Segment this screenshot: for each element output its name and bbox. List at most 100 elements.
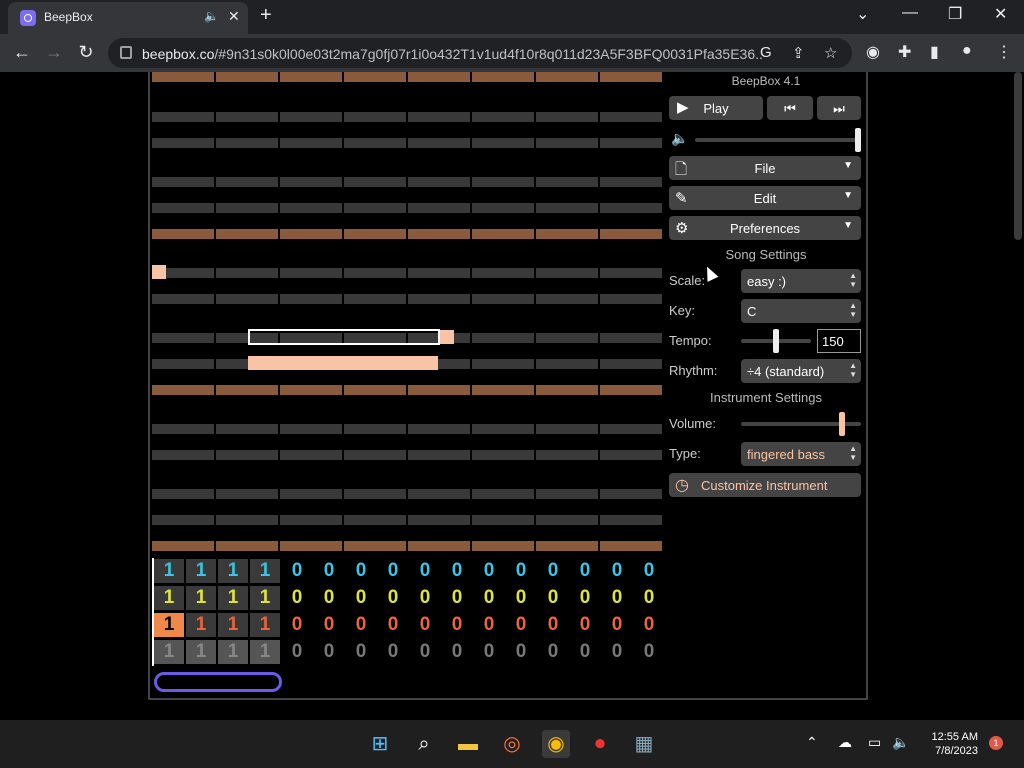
- chrome-icon[interactable]: ◉: [542, 730, 570, 758]
- beat-cell[interactable]: [216, 203, 278, 213]
- beat-cell[interactable]: [216, 177, 278, 187]
- side-panel-icon[interactable]: ▮: [930, 42, 939, 62]
- beat-cell[interactable]: [600, 112, 662, 122]
- beat-cell[interactable]: [216, 424, 278, 434]
- pattern-cell[interactable]: 0: [602, 640, 632, 664]
- beat-cell[interactable]: [408, 294, 470, 304]
- restore-button[interactable]: ❐: [948, 4, 962, 24]
- beat-cell[interactable]: [216, 385, 278, 395]
- beat-cell[interactable]: [280, 229, 342, 239]
- beat-cell[interactable]: [408, 268, 470, 278]
- pattern-cell[interactable]: 0: [474, 586, 504, 610]
- beat-cell[interactable]: [472, 515, 534, 525]
- pattern-cell[interactable]: 0: [346, 613, 376, 637]
- beat-cell[interactable]: [152, 359, 214, 369]
- beat-cell[interactable]: [344, 203, 406, 213]
- pattern-cell[interactable]: 0: [346, 559, 376, 583]
- browser-tab[interactable]: BeepBox 🔈 ✕: [8, 2, 248, 34]
- pattern-cell[interactable]: 1: [154, 586, 184, 610]
- beat-cell[interactable]: [536, 385, 598, 395]
- beat-cell[interactable]: [344, 541, 406, 551]
- pattern-cell[interactable]: 0: [442, 613, 472, 637]
- pattern-cell[interactable]: 0: [282, 586, 312, 610]
- pattern-cell[interactable]: 1: [154, 559, 184, 583]
- beat-cell[interactable]: [600, 294, 662, 304]
- pattern-cell[interactable]: 1: [250, 640, 280, 664]
- url-text[interactable]: beepbox.co/#9n31s0k0l00e03t2ma7g0fj07r1i…: [142, 46, 762, 62]
- play-button[interactable]: ▶ Play: [669, 96, 763, 120]
- instrument-type-select[interactable]: fingered bass ▲ ▼: [741, 442, 861, 466]
- beat-cell[interactable]: [152, 72, 214, 82]
- beat-cell[interactable]: [472, 424, 534, 434]
- tempo-thumb[interactable]: [773, 329, 779, 353]
- pattern-cell[interactable]: 1: [186, 613, 216, 637]
- beat-cell[interactable]: [536, 177, 598, 187]
- beat-cell[interactable]: [344, 489, 406, 499]
- beat-cell[interactable]: [344, 138, 406, 148]
- beat-cell[interactable]: [600, 268, 662, 278]
- beat-cell[interactable]: [216, 450, 278, 460]
- pattern-cell[interactable]: 0: [378, 586, 408, 610]
- beat-cell[interactable]: [216, 489, 278, 499]
- recorder-icon[interactable]: ⏺: [586, 730, 614, 758]
- beat-cell[interactable]: [344, 112, 406, 122]
- pitch-row[interactable]: [152, 112, 664, 122]
- beat-cell[interactable]: [536, 294, 598, 304]
- pattern-cell[interactable]: 1: [218, 613, 248, 637]
- beat-cell[interactable]: [408, 138, 470, 148]
- address-bar[interactable]: beepbox.co/#9n31s0k0l00e03t2ma7g0fj07r1i…: [108, 38, 852, 68]
- beat-cell[interactable]: [280, 489, 342, 499]
- beat-cell[interactable]: [216, 138, 278, 148]
- beat-cell[interactable]: [600, 333, 662, 343]
- pattern-cell[interactable]: 0: [378, 613, 408, 637]
- volume-icon[interactable]: 🔈: [892, 734, 909, 751]
- pattern-cell[interactable]: 0: [410, 586, 440, 610]
- beat-cell[interactable]: [600, 489, 662, 499]
- beat-cell[interactable]: [536, 489, 598, 499]
- video-editor-icon[interactable]: ▦: [630, 730, 658, 758]
- pattern-cell[interactable]: 0: [314, 586, 344, 610]
- note[interactable]: [152, 265, 166, 279]
- beat-cell[interactable]: [152, 333, 214, 343]
- beat-cell[interactable]: [408, 72, 470, 82]
- pattern-cell[interactable]: 0: [506, 613, 536, 637]
- extensions-puzzle-icon[interactable]: ✚: [898, 42, 911, 62]
- beat-cell[interactable]: [408, 229, 470, 239]
- pattern-cell[interactable]: 0: [474, 613, 504, 637]
- beat-cell[interactable]: [152, 515, 214, 525]
- beat-cell[interactable]: [408, 450, 470, 460]
- minimize-button[interactable]: —: [902, 4, 918, 22]
- beat-cell[interactable]: [152, 138, 214, 148]
- tempo-input[interactable]: 150: [817, 329, 861, 353]
- taskbar-clock[interactable]: 12:55 AM 7/8/2023: [920, 730, 978, 758]
- beat-cell[interactable]: [280, 541, 342, 551]
- rhythm-select[interactable]: ÷4 (standard) ▲ ▼: [741, 359, 861, 383]
- beat-cell[interactable]: [152, 424, 214, 434]
- beat-cell[interactable]: [600, 359, 662, 369]
- beat-cell[interactable]: [536, 72, 598, 82]
- pattern-cell[interactable]: 1: [250, 586, 280, 610]
- pattern-cell[interactable]: 0: [570, 640, 600, 664]
- notification-badge[interactable]: 1: [989, 736, 1003, 750]
- beat-cell[interactable]: [280, 72, 342, 82]
- tab-audio-icon[interactable]: 🔈: [204, 9, 219, 23]
- pitch-row[interactable]: [152, 294, 664, 304]
- pattern-cell[interactable]: 0: [314, 640, 344, 664]
- preferences-menu[interactable]: ⚙ Preferences ▼: [669, 216, 861, 240]
- profile-icon[interactable]: ●: [962, 42, 972, 60]
- pattern-cell[interactable]: 0: [570, 613, 600, 637]
- pitch-row[interactable]: [152, 268, 664, 278]
- next-bar-button[interactable]: ⏭: [817, 96, 861, 120]
- beat-cell[interactable]: [600, 424, 662, 434]
- pattern-cell[interactable]: 0: [378, 640, 408, 664]
- edit-menu[interactable]: ✎ Edit ▼: [669, 186, 861, 210]
- pattern-cell[interactable]: 1: [186, 559, 216, 583]
- onedrive-offline-icon[interactable]: ☁: [838, 734, 852, 751]
- beat-cell[interactable]: [280, 268, 342, 278]
- page-scrollbar[interactable]: [1014, 72, 1022, 240]
- pattern-cell[interactable]: 1: [250, 559, 280, 583]
- note[interactable]: [440, 330, 454, 344]
- beat-cell[interactable]: [152, 385, 214, 395]
- pitch-row[interactable]: [152, 229, 664, 239]
- pitch-row[interactable]: [152, 385, 664, 395]
